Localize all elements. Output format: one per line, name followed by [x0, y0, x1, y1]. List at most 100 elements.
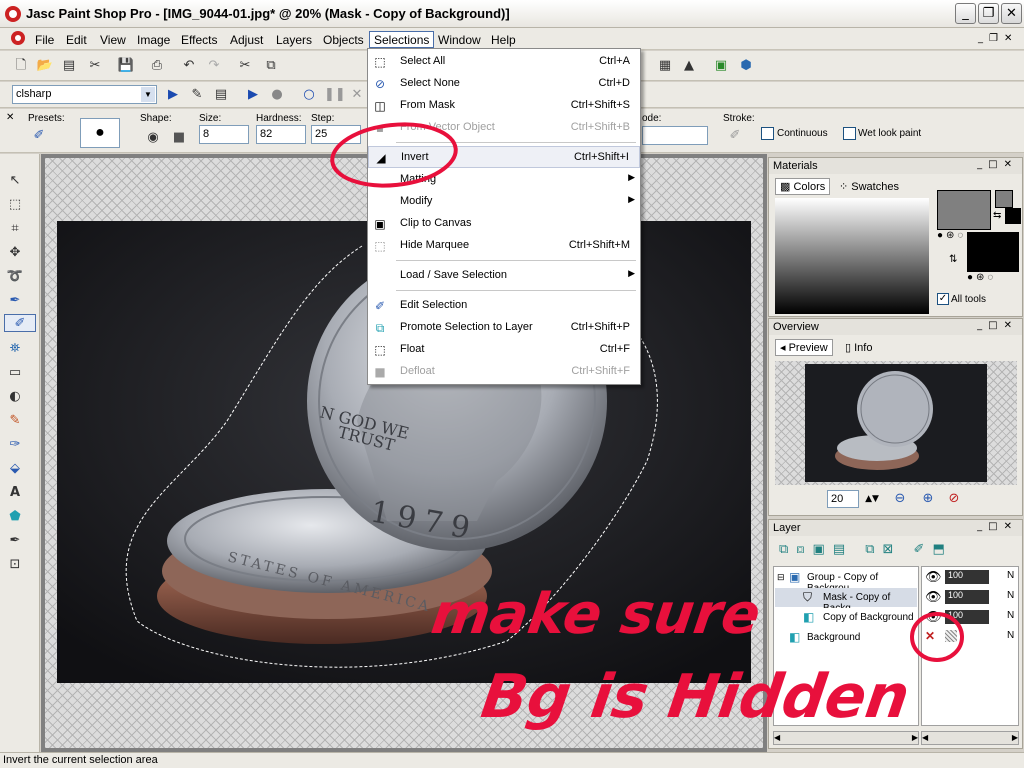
run-script-icon[interactable]: ▶	[164, 86, 182, 104]
menu-item-matting[interactable]: Matting ▶	[368, 169, 640, 191]
zoom-out-icon[interactable]: ⊖	[891, 490, 909, 508]
color-picker-gradient[interactable]	[775, 198, 929, 314]
close-button[interactable]: ✕	[1001, 3, 1022, 24]
layer-props-scrollbar[interactable]: ◀ ▶	[921, 731, 1019, 745]
blend-mode-select[interactable]	[642, 126, 708, 145]
zoom-input[interactable]: 20	[827, 490, 859, 508]
menu-selections[interactable]: Selections	[369, 31, 435, 48]
blend-mode[interactable]: N	[1007, 570, 1014, 581]
menu-item-defloat[interactable]: ■ Defloat Ctrl+Shift+F	[368, 361, 640, 383]
cancel-icon[interactable]: ✕	[348, 86, 366, 104]
paintshop-app-icon[interactable]	[4, 5, 22, 23]
undo-icon[interactable]: ↶	[180, 57, 198, 75]
blend-mode[interactable]: N	[1007, 630, 1014, 641]
menu-file[interactable]: File	[30, 31, 59, 48]
lasso-tool-icon[interactable]: ➰	[6, 268, 24, 286]
menu-item-modify[interactable]: Modify ▶	[368, 191, 640, 213]
menu-item-edit-selection[interactable]: ✐ Edit Selection	[368, 295, 640, 317]
redo-icon[interactable]: ↷	[205, 57, 223, 75]
background-swatch[interactable]	[967, 232, 1019, 272]
menu-view[interactable]: View	[95, 31, 131, 48]
layer-toolbar[interactable]: ⧉⧈▣▤ ⧉⊠ ✐⬒	[779, 542, 953, 557]
brush-preset-icon[interactable]: ✐	[30, 127, 48, 145]
menu-help[interactable]: Help	[486, 31, 521, 48]
clone-tool-icon[interactable]: ⛯	[6, 340, 24, 358]
hardness-input[interactable]: 82	[256, 125, 306, 144]
menu-item-select-all[interactable]: ⬚ Select All Ctrl+A	[368, 51, 640, 73]
lock-transparency-icon[interactable]	[945, 630, 957, 642]
all-tools-checkbox[interactable]: ✓	[937, 293, 949, 305]
tab-info[interactable]: ▯ Info	[841, 340, 876, 355]
zoom-100-icon[interactable]: ⊘	[945, 490, 963, 508]
layer-row-background[interactable]: ◧ Background	[775, 628, 917, 647]
picture-tube-icon[interactable]: ✑	[6, 436, 24, 454]
circle-icon[interactable]: ○	[300, 86, 318, 104]
cut-icon[interactable]: ✂	[236, 57, 254, 75]
tab-preview[interactable]: ◂ Preview	[775, 339, 833, 356]
menu-effects[interactable]: Effects	[176, 31, 222, 48]
edit-script-icon[interactable]: ✎	[188, 86, 206, 104]
menu-item-invert[interactable]: ◢ Invert Ctrl+Shift+I	[368, 146, 640, 168]
visibility-eye-icon[interactable]: 👁	[925, 569, 942, 585]
maximize-button[interactable]: ❐	[978, 3, 999, 24]
pen-tool-icon[interactable]: ✒	[6, 532, 24, 550]
round-shape-icon[interactable]: ◉	[144, 129, 162, 147]
hidden-eye-icon[interactable]: ✕	[925, 629, 935, 643]
preset-shape-icon[interactable]: ⬟	[6, 508, 24, 526]
save-icon[interactable]: 💾	[117, 57, 135, 75]
layer-row-copy[interactable]: ◧ Copy of Background	[775, 608, 917, 627]
document-icon[interactable]	[10, 30, 26, 46]
cube-icon[interactable]: ⬢	[737, 57, 755, 75]
collapse-icon[interactable]: ⊟	[777, 572, 785, 583]
swap-icon[interactable]: ⇆	[993, 210, 1001, 221]
pointer-tool-icon[interactable]: ↖	[6, 172, 24, 190]
bg-style-buttons[interactable]: ●⊛◌	[967, 272, 1021, 286]
brush-preview[interactable]: ●	[80, 118, 120, 148]
dropper-tool-icon[interactable]: ✒	[6, 292, 24, 310]
overview-preview[interactable]	[775, 361, 1017, 485]
wet-look-checkbox[interactable]	[843, 127, 856, 140]
replace-tool-icon[interactable]: ▭	[6, 364, 24, 382]
stroke-icon[interactable]: ✐	[726, 127, 744, 145]
menu-item-float[interactable]: ⬚ Float Ctrl+F	[368, 339, 640, 361]
print-icon[interactable]: ⎙	[148, 57, 166, 75]
copy-icon[interactable]: ⧉	[262, 57, 280, 75]
tab-swatches[interactable]: ⁘ Swatches	[835, 179, 903, 194]
opacity-bar[interactable]: 100	[945, 570, 989, 584]
layer-row-mask[interactable]: ⛉Mask - Copy of Backg	[775, 588, 917, 614]
menu-item-from-mask[interactable]: ◫ From Mask Ctrl+Shift+S	[368, 95, 640, 117]
open-icon[interactable]: 📂	[36, 57, 54, 75]
triangle-icon[interactable]: ▲	[680, 57, 698, 75]
selection-tool-icon[interactable]: ⬚	[6, 196, 24, 214]
pause-icon[interactable]: ❚❚	[324, 86, 346, 104]
menu-edit[interactable]: Edit	[61, 31, 92, 48]
fill-tool-icon[interactable]: ⬙	[6, 460, 24, 478]
script-select[interactable]: clsharp ▼	[12, 85, 157, 104]
fg-small-swatch[interactable]	[995, 190, 1013, 208]
menu-layers[interactable]: Layers	[271, 31, 317, 48]
zoom-spinner[interactable]: ▲▼	[859, 491, 885, 507]
continuous-checkbox[interactable]	[761, 127, 774, 140]
menu-adjust[interactable]: Adjust	[225, 31, 268, 48]
browse-icon[interactable]: ▤	[60, 57, 78, 75]
menu-window[interactable]: Window	[433, 31, 486, 48]
blend-mode[interactable]: N	[1007, 590, 1014, 601]
dodge-tool-icon[interactable]: ◐	[6, 388, 24, 406]
visibility-eye-icon[interactable]: 👁	[925, 589, 942, 605]
bg-small-swatch[interactable]	[1005, 208, 1021, 224]
move-tool-icon[interactable]: ✥	[6, 244, 24, 262]
stop-icon[interactable]: ●	[268, 86, 286, 104]
layer-row-group[interactable]: ⊟▣Group - Copy of Backgrou	[775, 568, 917, 594]
crop-tool-icon[interactable]: ⌗	[6, 220, 24, 238]
tab-colors[interactable]: ▩ Colors	[775, 178, 831, 195]
panel-controls[interactable]: _□✕	[977, 159, 1018, 170]
record-script-icon[interactable]: ▶	[244, 86, 262, 104]
menu-item-hide-marquee[interactable]: ⬚ Hide Marquee Ctrl+Shift+M	[368, 235, 640, 257]
scan-icon[interactable]: ✂	[86, 57, 104, 75]
script-list-icon[interactable]: ▤	[212, 86, 230, 104]
panel-controls[interactable]: _□✕	[977, 320, 1018, 331]
menu-item-from-vector-object[interactable]: ▪ From Vector Object Ctrl+Shift+B	[368, 117, 640, 139]
menu-item-select-none[interactable]: ⊘ Select None Ctrl+D	[368, 73, 640, 95]
square-shape-icon[interactable]: ■	[170, 129, 188, 147]
menu-item-clip-to-canvas[interactable]: ▣ Clip to Canvas	[368, 213, 640, 235]
